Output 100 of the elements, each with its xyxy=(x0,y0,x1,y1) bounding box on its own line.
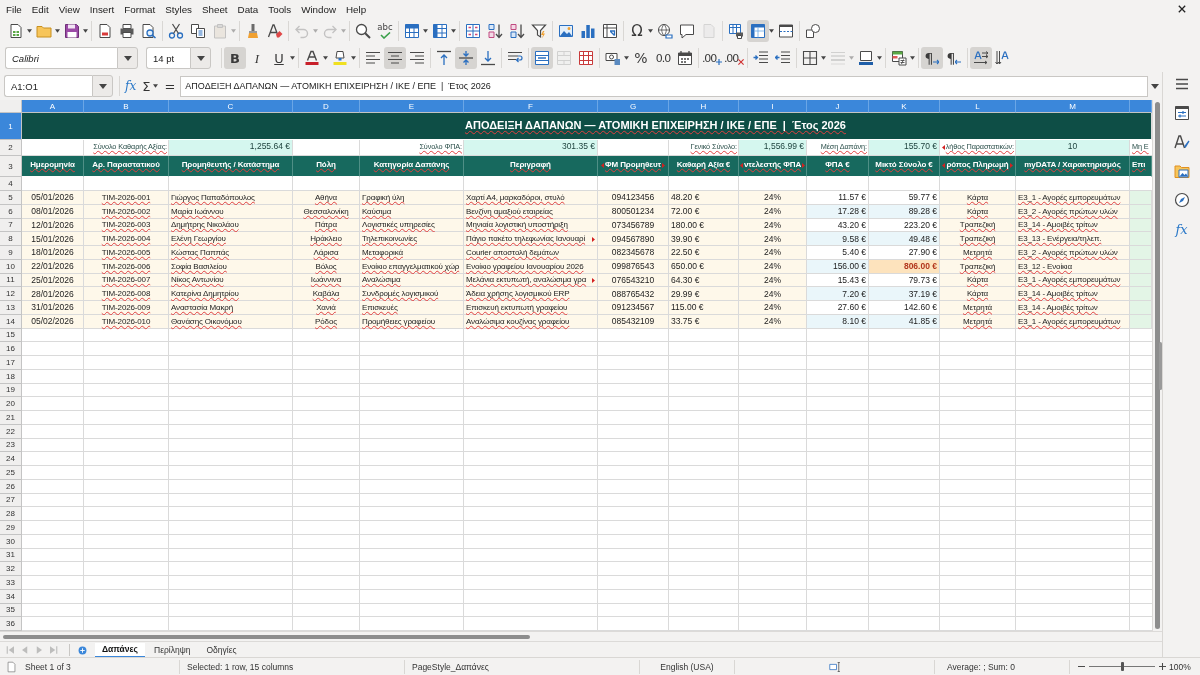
column-header[interactable]: I xyxy=(739,100,807,113)
menu-item[interactable]: Styles xyxy=(160,1,197,17)
row-header[interactable]: 24 xyxy=(0,452,22,466)
align-middle-button[interactable] xyxy=(455,47,477,69)
function-wizard-button[interactable]: fx xyxy=(122,76,140,96)
row-header[interactable]: 8 xyxy=(0,232,22,246)
caret-icon[interactable] xyxy=(153,84,159,88)
freeze-panes-button[interactable] xyxy=(747,20,769,42)
special-character-button[interactable]: Ω xyxy=(626,20,648,42)
row-header[interactable]: 12 xyxy=(0,287,22,301)
menu-item[interactable]: File xyxy=(1,1,27,17)
percent-format-button[interactable]: % xyxy=(630,47,652,69)
row-header[interactable]: 5 xyxy=(0,191,22,205)
dropdown-button[interactable] xyxy=(190,47,211,69)
zoom-slider-thumb[interactable] xyxy=(1120,662,1124,671)
menu-item[interactable]: Data xyxy=(232,1,264,17)
font-size-field[interactable]: 14 pt xyxy=(146,47,190,69)
rectangle-cursor-icon[interactable] xyxy=(826,660,843,673)
minus-icon[interactable] xyxy=(1078,663,1085,670)
caret-icon[interactable] xyxy=(290,56,295,60)
underline-button[interactable]: U xyxy=(268,47,290,69)
paragraph-direction-button[interactable]: ¶ xyxy=(943,47,965,69)
row-header[interactable]: 20 xyxy=(0,397,22,411)
row-header[interactable]: 1 xyxy=(0,113,22,140)
row-header[interactable]: 4 xyxy=(0,177,22,191)
menu-item[interactable]: Insert xyxy=(84,1,120,17)
column-header[interactable]: J xyxy=(807,100,869,113)
row-header[interactable]: 3 xyxy=(0,156,22,177)
menu-item[interactable]: Edit xyxy=(26,1,54,17)
plus-icon[interactable] xyxy=(1159,663,1166,670)
caret-icon[interactable] xyxy=(624,56,629,60)
column-header[interactable]: H xyxy=(669,100,739,113)
column-header[interactable]: B xyxy=(84,100,169,113)
menu-item[interactable]: View xyxy=(53,1,85,17)
column-header[interactable]: F xyxy=(464,100,598,113)
formula-input[interactable]: ΑΠΟΔΕΙΞΗ ΔΑΠΑΝΩΝ — ΑΤΟΜΙΚΗ ΕΠΙΧΕΙΡΗΣΗ / ΙΚΕ / ΕΠΕ | Έτος 2026 xyxy=(180,75,1148,97)
column-header[interactable]: A xyxy=(22,100,84,113)
number-format-button[interactable]: 0.0 xyxy=(652,47,674,69)
delete-decimal-button[interactable]: .00 xyxy=(723,47,745,69)
dropdown-button[interactable] xyxy=(117,47,138,69)
menu-item[interactable]: Format xyxy=(119,1,161,17)
column-header[interactable]: D xyxy=(293,100,360,113)
paragraph-direction-button[interactable]: ¶ xyxy=(921,47,943,69)
caret-icon[interactable] xyxy=(769,29,774,33)
name-box[interactable]: A1:O1 xyxy=(4,75,92,97)
column-header[interactable]: L xyxy=(940,100,1016,113)
font-name-field[interactable]: Calibri xyxy=(5,47,117,69)
caret-icon[interactable] xyxy=(423,29,428,33)
sidebar-grip[interactable] xyxy=(1159,342,1162,390)
caret-icon[interactable] xyxy=(821,56,826,60)
copy-icon xyxy=(190,23,206,39)
row-header[interactable]: 29 xyxy=(0,521,22,535)
row-header[interactable]: 17 xyxy=(0,356,22,370)
functions-button[interactable]: fx xyxy=(1170,218,1193,240)
spelling-button[interactable]: abc xyxy=(374,20,396,42)
caret-icon[interactable] xyxy=(351,56,356,60)
close-icon[interactable] xyxy=(1178,5,1186,13)
caret-icon[interactable] xyxy=(323,56,328,60)
menu-item[interactable]: Tools xyxy=(263,1,297,17)
row-header[interactable]: 32 xyxy=(0,562,22,576)
menu-item[interactable]: Sheet xyxy=(197,1,233,17)
column-header[interactable]: E xyxy=(360,100,464,113)
column-header[interactable]: C xyxy=(169,100,293,113)
menu-item[interactable]: Help xyxy=(341,1,372,17)
dropdown-button[interactable] xyxy=(92,75,113,97)
add-decimal-button[interactable]: .00 xyxy=(701,47,723,69)
caret-icon[interactable] xyxy=(55,29,60,33)
caret-icon[interactable] xyxy=(83,29,88,33)
caret-icon[interactable] xyxy=(648,29,653,33)
column-header[interactable]: M xyxy=(1016,100,1130,113)
merge-center-button[interactable] xyxy=(531,47,553,69)
sheet-tab[interactable]: Οδηγίες xyxy=(199,642,244,658)
row-header[interactable]: 28 xyxy=(0,507,22,521)
caret-icon[interactable] xyxy=(27,29,32,33)
plus-icon[interactable] xyxy=(78,645,87,655)
sheet-tab[interactable]: Περίληψη xyxy=(147,642,198,658)
row-header[interactable]: 21 xyxy=(0,411,22,425)
vertical-scrollbar[interactable] xyxy=(1152,100,1162,631)
row-header[interactable]: 16 xyxy=(0,342,22,356)
column-header[interactable]: G xyxy=(598,100,669,113)
menu-item[interactable]: Window xyxy=(296,1,342,17)
align-center-button[interactable] xyxy=(384,47,406,69)
caret-icon[interactable] xyxy=(910,56,915,60)
row-header[interactable]: 9 xyxy=(0,246,22,260)
row-header[interactable]: 25 xyxy=(0,466,22,480)
horizontal-scrollbar[interactable] xyxy=(0,631,1162,641)
italic-button[interactable]: I xyxy=(246,47,268,69)
text-direction-button[interactable] xyxy=(970,47,992,69)
row-header[interactable]: 2 xyxy=(0,140,22,156)
row-header[interactable]: 36 xyxy=(0,617,22,631)
caret-icon[interactable] xyxy=(877,56,882,60)
bold-button[interactable]: B xyxy=(224,47,246,69)
formula-button[interactable]: = xyxy=(161,76,179,96)
expand-formula-button[interactable] xyxy=(1148,83,1162,89)
caret-icon[interactable] xyxy=(451,29,456,33)
sheet-tab[interactable]: Δαπάνες xyxy=(95,642,145,658)
sum-button[interactable]: Σ xyxy=(139,76,154,96)
row-header[interactable]: 33 xyxy=(0,576,22,590)
column-header[interactable]: K xyxy=(869,100,940,113)
row-header[interactable]: 13 xyxy=(0,301,22,315)
